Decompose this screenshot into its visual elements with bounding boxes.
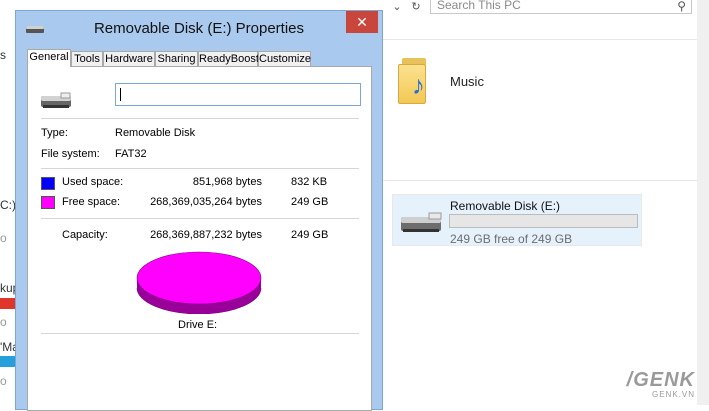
used-space-swatch (41, 177, 55, 190)
used-space-bytes: 851,968 bytes (192, 176, 262, 188)
capacity-label: Capacity: (62, 229, 108, 241)
usb-drive-icon (41, 92, 71, 108)
usage-bar-blue (0, 356, 16, 367)
general-tab-panel: Type: Removable Disk File system: FAT32 … (27, 66, 372, 411)
close-icon: ✕ (356, 14, 368, 30)
disk-usage-pie (135, 250, 263, 317)
close-button[interactable]: ✕ (346, 11, 378, 33)
dropdown-icon[interactable]: ⌄ (388, 0, 406, 14)
tab-sharing[interactable]: Sharing (155, 51, 198, 66)
search-input[interactable]: Search This PC ⚲ (430, 0, 692, 14)
divider (41, 218, 359, 219)
nav-fragment: o (0, 315, 7, 329)
watermark-logo: /GENK (626, 369, 695, 391)
search-icon[interactable]: ⚲ (677, 0, 686, 14)
divider (41, 168, 359, 169)
file-system-label: File system: (41, 148, 100, 160)
text-caret (120, 88, 121, 101)
file-system-value: FAT32 (115, 148, 147, 160)
drive-label-input[interactable] (115, 83, 361, 106)
dialog-titlebar[interactable]: Removable Disk (E:) Properties ✕ (16, 11, 382, 45)
properties-dialog: Removable Disk (E:) Properties ✕ General… (15, 10, 383, 411)
drive-name: Removable Disk (E:) (450, 199, 561, 213)
navigation-pane: s C:) o kup o 'Ma o (0, 18, 19, 405)
used-space-size: 832 KB (291, 176, 328, 188)
free-space-swatch (41, 196, 55, 209)
type-label: Type: (41, 127, 68, 139)
capacity-size: 249 GB (291, 229, 329, 241)
divider (41, 118, 359, 119)
usb-drive-icon (401, 212, 442, 232)
nav-fragment[interactable]: s (0, 48, 6, 62)
nav-fragment: o (0, 231, 7, 245)
nav-fragment[interactable]: C:) (0, 198, 16, 212)
tab-tools[interactable]: Tools (71, 51, 103, 66)
nav-fragment: o (0, 374, 7, 388)
watermark: /GENK GENK.VN (627, 370, 695, 399)
capacity-bytes: 268,369,887,232 bytes (150, 229, 262, 241)
type-value: Removable Disk (115, 127, 196, 139)
free-space-bytes: 268,369,035,264 bytes (150, 196, 262, 208)
usage-bar-red (0, 298, 16, 309)
used-space-label: Used space: (62, 176, 124, 188)
free-space-label: Free space: (62, 196, 121, 208)
free-space-size: 249 GB (291, 196, 329, 208)
pie-free-slice (136, 251, 262, 305)
removable-disk-tile[interactable]: Removable Disk (E:) 249 GB free of 249 G… (392, 194, 642, 246)
drive-label-caption: Drive E: (178, 319, 218, 331)
tab-general[interactable]: General (27, 49, 71, 67)
tab-hardware[interactable]: Hardware (103, 51, 155, 66)
music-folder[interactable]: ♪ Music (398, 52, 598, 112)
tab-customize[interactable]: Customize (258, 51, 311, 66)
divider (41, 333, 359, 334)
refresh-icon[interactable]: ↻ (407, 0, 425, 14)
tab-readyboost[interactable]: ReadyBoost (198, 51, 259, 66)
drive-free-text: 249 GB free of 249 GB (450, 232, 573, 246)
music-label: Music (450, 74, 484, 89)
pie-chart (136, 251, 262, 315)
drive-usage-bar (449, 214, 638, 228)
music-note-icon: ♪ (412, 70, 425, 100)
search-placeholder: Search This PC (437, 0, 521, 12)
watermark-site: GENK.VN (651, 390, 695, 399)
scrollbar[interactable] (697, 0, 709, 405)
dialog-title: Removable Disk (E:) Properties (93, 20, 305, 37)
